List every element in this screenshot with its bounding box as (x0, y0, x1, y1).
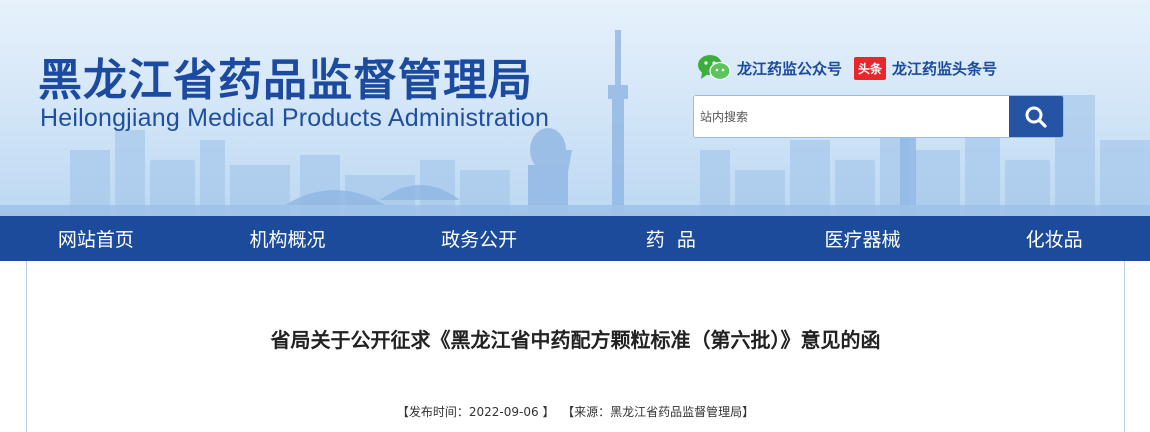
search-button[interactable] (1009, 96, 1063, 137)
wechat-icon[interactable] (697, 54, 731, 82)
social-links: 龙江药监公众号 头条 龙江药监头条号 (697, 54, 997, 82)
header-banner: 黑龙江省药品监督管理局 Heilongjiang Medical Product… (0, 0, 1150, 216)
search-input[interactable] (694, 96, 1009, 137)
article-container: 省局关于公开征求《黑龙江省中药配方颗粒标准（第六批）》意见的函 【发布时间：20… (26, 261, 1125, 432)
publish-label: 【发布时间： (396, 405, 469, 419)
nav-item-home[interactable]: 网站首页 (0, 216, 192, 261)
source-label: 【来源： (562, 405, 611, 419)
toutiao-badge-icon[interactable]: 头条 (854, 56, 887, 80)
nav-item-government-affairs[interactable]: 政务公开 (383, 216, 575, 261)
toutiao-account-link[interactable]: 龙江药监头条号 (892, 58, 997, 79)
nav-item-medical-devices[interactable]: 医疗器械 (767, 216, 959, 261)
article-meta: 【发布时间：2022-09-06 】 【来源：黑龙江省药品监督管理局】 (27, 403, 1124, 420)
source-close: 】 (742, 405, 755, 419)
main-nav: 网站首页 机构概况 政务公开 药 品 医疗器械 化妆品 (0, 216, 1150, 261)
nav-item-cosmetics[interactable]: 化妆品 (958, 216, 1150, 261)
publish-close: 】 (538, 405, 555, 419)
publish-date: 2022-09-06 (468, 405, 539, 419)
nav-item-about[interactable]: 机构概况 (192, 216, 384, 261)
site-title-english: Heilongjiang Medical Products Administra… (40, 104, 550, 132)
article-title: 省局关于公开征求《黑龙江省中药配方颗粒标准（第六批）》意见的函 (270, 328, 881, 352)
search-icon (1025, 106, 1047, 128)
wechat-account-link[interactable]: 龙江药监公众号 (737, 58, 842, 79)
source-name: 黑龙江省药品监督管理局 (610, 405, 743, 419)
search-box (693, 95, 1064, 138)
nav-item-drugs[interactable]: 药 品 (575, 216, 767, 261)
site-title: 黑龙江省药品监督管理局 (38, 55, 533, 106)
